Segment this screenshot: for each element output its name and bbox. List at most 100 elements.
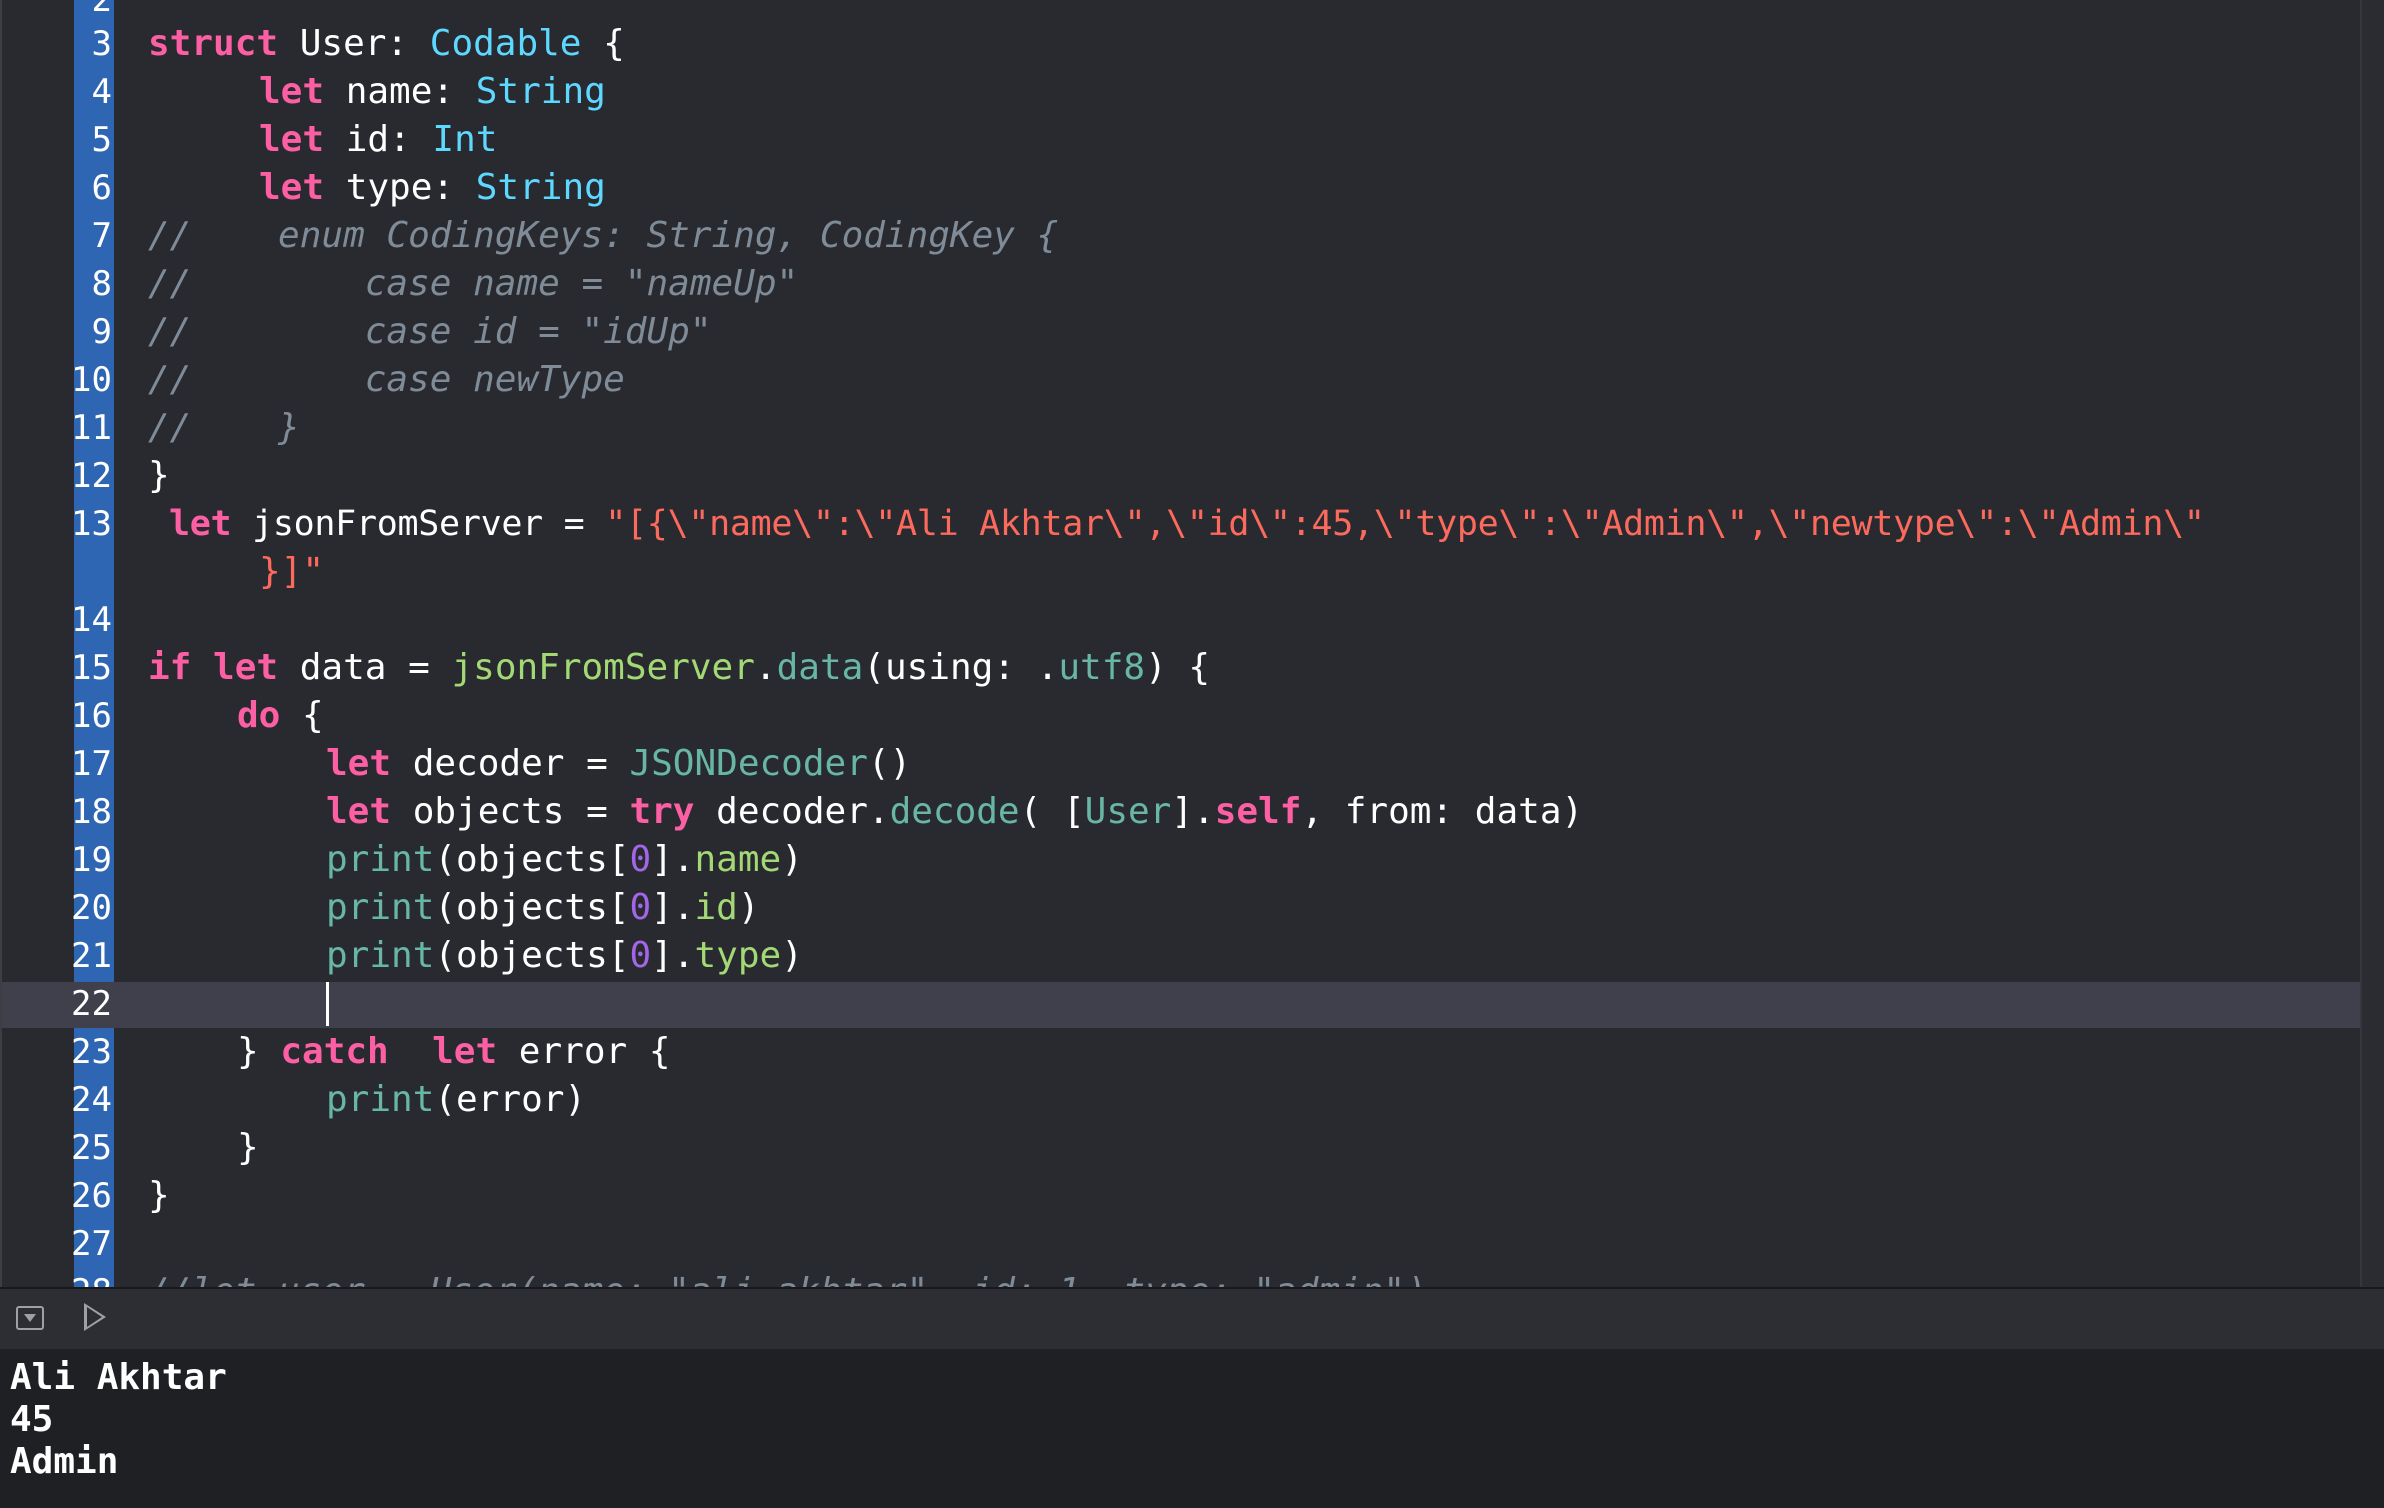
console-line: 45 <box>10 1399 54 1440</box>
line-number: 21 <box>71 936 112 976</box>
line-number: 4 <box>91 72 112 112</box>
identifier: (objects[ <box>434 839 630 880</box>
code-line: 13 let jsonFromServer = "[{\"name\":\"Al… <box>2 500 2360 548</box>
punctuation: ( [ <box>1019 791 1085 832</box>
identifier: name: <box>324 71 476 112</box>
line-number: 26 <box>71 1176 112 1216</box>
type-name: String <box>475 71 606 112</box>
code-line: 4 let name: String <box>2 68 2360 116</box>
punctuation: ) { <box>1145 647 1211 688</box>
code-line: 17 let decoder = JSONDecoder() <box>2 740 2360 788</box>
line-number: 11 <box>71 408 112 448</box>
function-name: print <box>326 839 435 880</box>
identifier: (objects[ <box>434 887 630 928</box>
punctuation: } <box>237 1031 281 1072</box>
code-text: print(objects[0].id) <box>326 884 760 932</box>
code-text: } <box>148 455 170 496</box>
code-line: }]" <box>2 548 2360 596</box>
code-line: 18 let objects = try decoder.decode( [Us… <box>2 788 2360 836</box>
code-line: 24 print(error) <box>2 1076 2360 1124</box>
keyword: let <box>259 167 325 208</box>
punctuation: ) <box>781 839 803 880</box>
debug-toolbar <box>0 1287 2384 1351</box>
method-name: data <box>776 647 864 688</box>
line-number: 10 <box>71 360 112 400</box>
line-number: 3 <box>91 24 112 64</box>
line-number: 5 <box>91 120 112 160</box>
identifier: (error) <box>434 1079 587 1120</box>
keyword: let <box>169 504 232 544</box>
identifier: data = <box>278 647 452 688</box>
type-name: User <box>1084 791 1172 832</box>
code-line: 23 } catch let error { <box>2 1028 2360 1076</box>
line-number: 22 <box>71 984 112 1024</box>
code-text: let type: String <box>259 164 606 212</box>
code-text: } <box>148 1175 170 1216</box>
identifier: (objects[ <box>434 935 630 976</box>
punctuation: ]. <box>651 839 695 880</box>
code-line: 11 // } <box>2 404 2360 452</box>
line-number: 18 <box>71 792 112 832</box>
identifier: jsonFromServer = <box>231 504 606 544</box>
line-number: 24 <box>71 1080 112 1120</box>
keyword: let <box>259 71 325 112</box>
code-line: 20 print(objects[0].id) <box>2 884 2360 932</box>
punctuation: . <box>754 647 777 688</box>
identifier: type: <box>324 167 476 208</box>
console-output[interactable]: Ali Akhtar 45 Admin <box>0 1349 2384 1508</box>
code-text: struct User: Codable { <box>148 20 625 68</box>
type-name: JSONDecoder <box>629 743 868 784</box>
code-line: 7 // enum CodingKeys: String, CodingKey … <box>2 212 2360 260</box>
code-text: do { <box>237 692 324 740</box>
punctuation: ]. <box>1171 791 1215 832</box>
keyword: try <box>629 791 695 832</box>
code-text: let jsonFromServer = "[{\"name\":\"Ali A… <box>169 500 2205 548</box>
identifier: (using: . <box>863 647 1059 688</box>
identifier: User: <box>278 23 430 64</box>
line-number: 28 <box>62 1268 112 1287</box>
comment: // } <box>148 407 300 448</box>
line-number: 8 <box>91 264 112 304</box>
code-line: 10 // case newType <box>2 356 2360 404</box>
member-name: utf8 <box>1058 647 1146 688</box>
identifier: objects = <box>391 791 630 832</box>
identifier: decoder. <box>694 791 890 832</box>
editor-scrollbar[interactable] <box>2360 0 2384 1287</box>
number-literal: 0 <box>629 839 652 880</box>
comment: // case newType <box>148 359 625 400</box>
code-line: 5 let id: Int <box>2 116 2360 164</box>
code-line: 26 } <box>2 1172 2360 1220</box>
line-number: 6 <box>91 168 112 208</box>
code-text: let objects = try decoder.decode( [User]… <box>326 788 1583 836</box>
play-icon[interactable] <box>84 1303 106 1331</box>
method-name: decode <box>889 791 1020 832</box>
punctuation: () <box>867 743 912 784</box>
keyword: let <box>432 1031 498 1072</box>
line-number: 25 <box>71 1128 112 1168</box>
code-line: 3 struct User: Codable { <box>2 20 2360 68</box>
comment: // enum CodingKeys: String, CodingKey { <box>148 215 1059 256</box>
number-literal: 0 <box>629 935 652 976</box>
comment: // case name = "nameUp" <box>148 263 799 304</box>
code-text: } catch let error { <box>237 1028 671 1076</box>
line-number: 14 <box>71 600 112 640</box>
code-editor[interactable]: 2 3 struct User: Codable { 4 let name: S… <box>0 0 2384 1287</box>
code-line: 14 <box>2 596 2360 644</box>
chevron-down-square-icon[interactable] <box>16 1306 44 1330</box>
code-text: if let data = jsonFromServer.data(using:… <box>148 644 1210 692</box>
keyword: self <box>1214 791 1302 832</box>
keyword: do <box>237 695 281 736</box>
code-line: 19 print(objects[0].name) <box>2 836 2360 884</box>
text-cursor <box>326 982 329 1026</box>
line-number: 19 <box>71 840 112 880</box>
code-text: print(error) <box>326 1076 586 1124</box>
type-name: Codable <box>429 23 582 64</box>
code-text: print(objects[0].type) <box>326 932 803 980</box>
keyword: catch <box>280 1031 389 1072</box>
code-line: 22 <box>2 980 2360 1028</box>
type-name: Int <box>432 119 498 160</box>
keyword: if <box>148 647 192 688</box>
property-name: id <box>694 887 738 928</box>
